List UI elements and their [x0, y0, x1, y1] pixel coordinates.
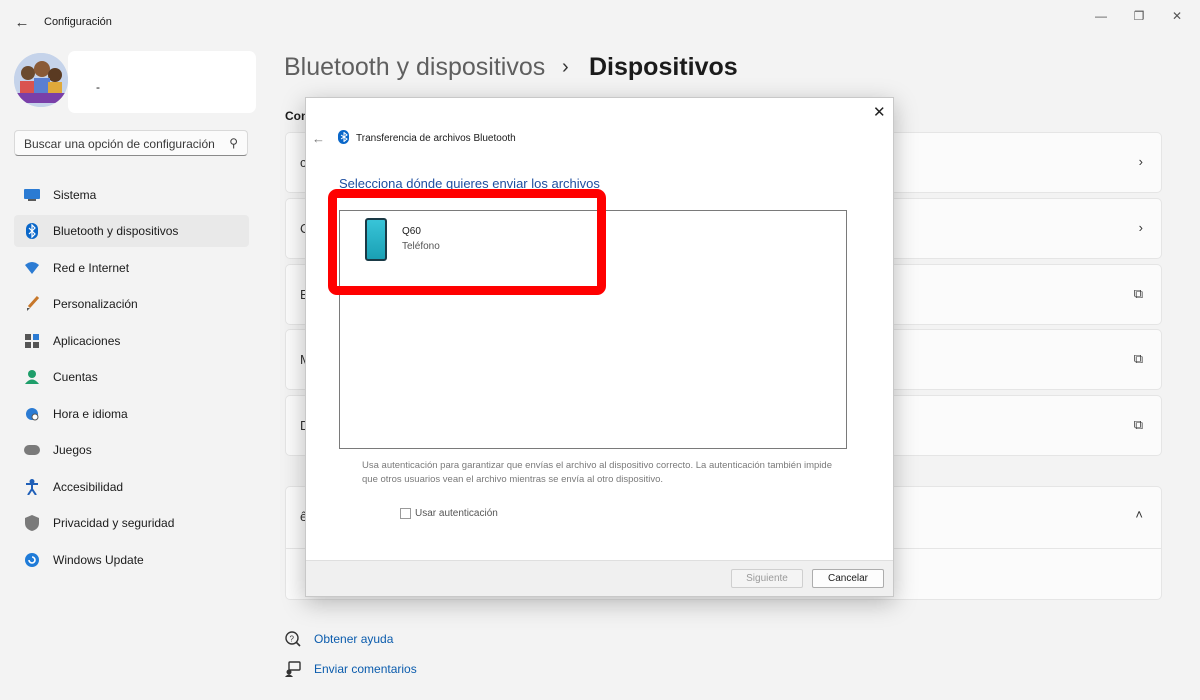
- sidebar-item-label: Aplicaciones: [53, 334, 121, 348]
- sidebar-item-label: Sistema: [53, 188, 97, 202]
- app-title: Configuración: [44, 16, 112, 28]
- update-icon: [24, 552, 40, 568]
- person-icon: [24, 369, 40, 385]
- back-arrow-icon[interactable]: ←: [12, 12, 32, 32]
- close-button[interactable]: ✕: [1154, 6, 1200, 26]
- next-button[interactable]: Siguiente: [731, 569, 803, 588]
- dialog-close-icon[interactable]: ✕: [873, 103, 886, 121]
- sidebar-item-label: Red e Internet: [53, 261, 130, 275]
- close-icon: ✕: [1171, 9, 1183, 23]
- accessibility-icon: [24, 479, 40, 495]
- sidebar-item-bluetooth[interactable]: Bluetooth y dispositivos: [14, 215, 249, 247]
- get-help-link[interactable]: Obtener ayuda: [314, 632, 393, 646]
- sidebar-item-label: Cuentas: [53, 370, 98, 384]
- cancel-button[interactable]: Cancelar: [812, 569, 884, 588]
- sidebar-item-label: Hora e idioma: [53, 407, 128, 421]
- sidebar-item-red[interactable]: Red e Internet: [14, 252, 249, 284]
- bluetooth-icon: [338, 130, 349, 144]
- dialog-footer: [306, 560, 893, 596]
- system-icon: [24, 187, 40, 203]
- dialog-title: Transferencia de archivos Bluetooth: [356, 133, 516, 144]
- search-placeholder: Buscar una opción de configuración: [24, 137, 215, 151]
- sidebar-item-label: Accesibilidad: [53, 480, 124, 494]
- sidebar-item-hora[interactable]: Hora e idioma: [14, 398, 249, 430]
- highlight-box: [328, 189, 606, 295]
- bluetooth-icon: [24, 223, 40, 239]
- sidebar-item-label: Privacidad y seguridad: [53, 516, 175, 530]
- external-link-icon: ⧉: [1133, 351, 1143, 366]
- gamepad-icon: [24, 442, 40, 458]
- sidebar-item-label: Bluetooth y dispositivos: [53, 224, 179, 238]
- chevron-up-icon[interactable]: ˄: [1135, 507, 1143, 522]
- shield-icon: [24, 515, 40, 531]
- avatar[interactable]: [14, 53, 68, 107]
- help-icon: ?: [285, 631, 301, 650]
- dialog-back-icon[interactable]: ←: [312, 131, 325, 146]
- profile-name: -: [96, 80, 100, 94]
- chevron-right-icon: ›: [1138, 154, 1143, 169]
- maximize-icon: ❐: [1133, 9, 1145, 23]
- sidebar-item-personalizacion[interactable]: Personalización: [14, 288, 249, 320]
- minimize-icon: —: [1095, 9, 1107, 23]
- auth-note: Usa autenticación para garantizar que en…: [362, 460, 832, 485]
- apps-icon: [24, 333, 40, 349]
- search-input[interactable]: Buscar una opción de configuración ⚲: [14, 130, 248, 156]
- chevron-right-icon: ›: [1138, 220, 1143, 235]
- sidebar-item-privacidad[interactable]: Privacidad y seguridad: [14, 507, 249, 539]
- sidebar-item-windows-update[interactable]: Windows Update: [14, 544, 249, 576]
- sidebar-item-label: Windows Update: [53, 553, 144, 567]
- page-title: Dispositivos: [589, 53, 738, 81]
- sidebar-item-accesibilidad[interactable]: Accesibilidad: [14, 471, 249, 503]
- brush-icon: [24, 296, 40, 312]
- sidebar-item-sistema[interactable]: Sistema: [14, 179, 249, 211]
- sidebar-item-label: Personalización: [53, 297, 138, 311]
- auth-checkbox[interactable]: [400, 508, 411, 519]
- sidebar-item-juegos[interactable]: Juegos: [14, 434, 249, 466]
- feedback-icon: [285, 661, 301, 680]
- globe-icon: [24, 406, 40, 422]
- breadcrumb-parent[interactable]: Bluetooth y dispositivos: [284, 53, 545, 82]
- sidebar-item-cuentas[interactable]: Cuentas: [14, 361, 249, 393]
- external-link-icon: ⧉: [1133, 417, 1143, 432]
- sidebar-item-label: Juegos: [53, 443, 92, 457]
- wifi-icon: [24, 260, 40, 276]
- send-feedback-link[interactable]: Enviar comentarios: [314, 662, 417, 676]
- external-link-icon: ⧉: [1133, 286, 1143, 301]
- sidebar-item-aplicaciones[interactable]: Aplicaciones: [14, 325, 249, 357]
- auth-checkbox-label[interactable]: Usar autenticación: [415, 508, 498, 519]
- search-icon[interactable]: ⚲: [229, 136, 238, 150]
- svg-text:?: ?: [290, 635, 295, 644]
- breadcrumb-separator: ›: [562, 56, 569, 78]
